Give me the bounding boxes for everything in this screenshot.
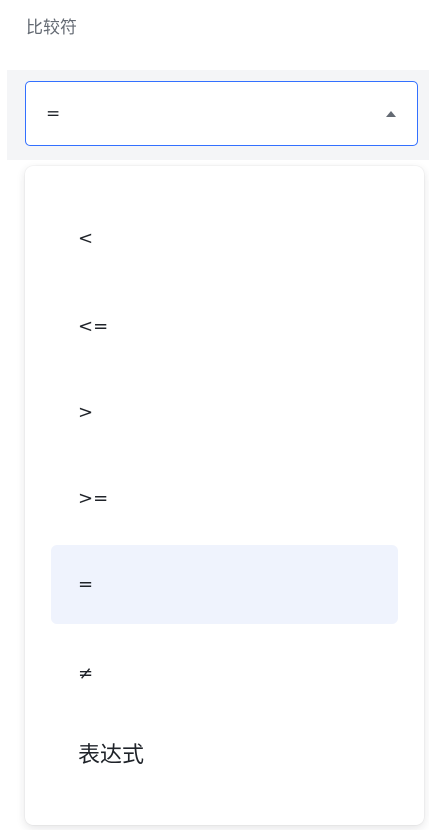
dropdown-menu: < <= > >= = ≠ 表达式 (25, 166, 424, 825)
dropdown-option-less-or-equal[interactable]: <= (51, 287, 398, 366)
option-label: <= (78, 316, 109, 337)
option-label: ≠ (78, 663, 94, 684)
option-label: < (78, 228, 94, 249)
dropdown-option-less-than[interactable]: < (51, 199, 398, 278)
option-label: >= (78, 488, 109, 509)
dropdown-option-equal[interactable]: = (51, 545, 398, 624)
dropdown-option-expression[interactable]: 表达式 (51, 719, 398, 798)
dropdown-option-greater-than[interactable]: > (51, 373, 398, 452)
dropdown-option-not-equal[interactable]: ≠ (51, 634, 398, 713)
field-label: 比较符 (26, 18, 77, 38)
option-label: = (78, 574, 94, 595)
comparator-select[interactable]: = (25, 81, 418, 146)
dropdown-option-greater-or-equal[interactable]: >= (51, 459, 398, 538)
select-value: = (46, 104, 61, 124)
caret-up-icon (386, 111, 396, 117)
option-label: > (78, 402, 94, 423)
option-label: 表达式 (78, 743, 145, 768)
